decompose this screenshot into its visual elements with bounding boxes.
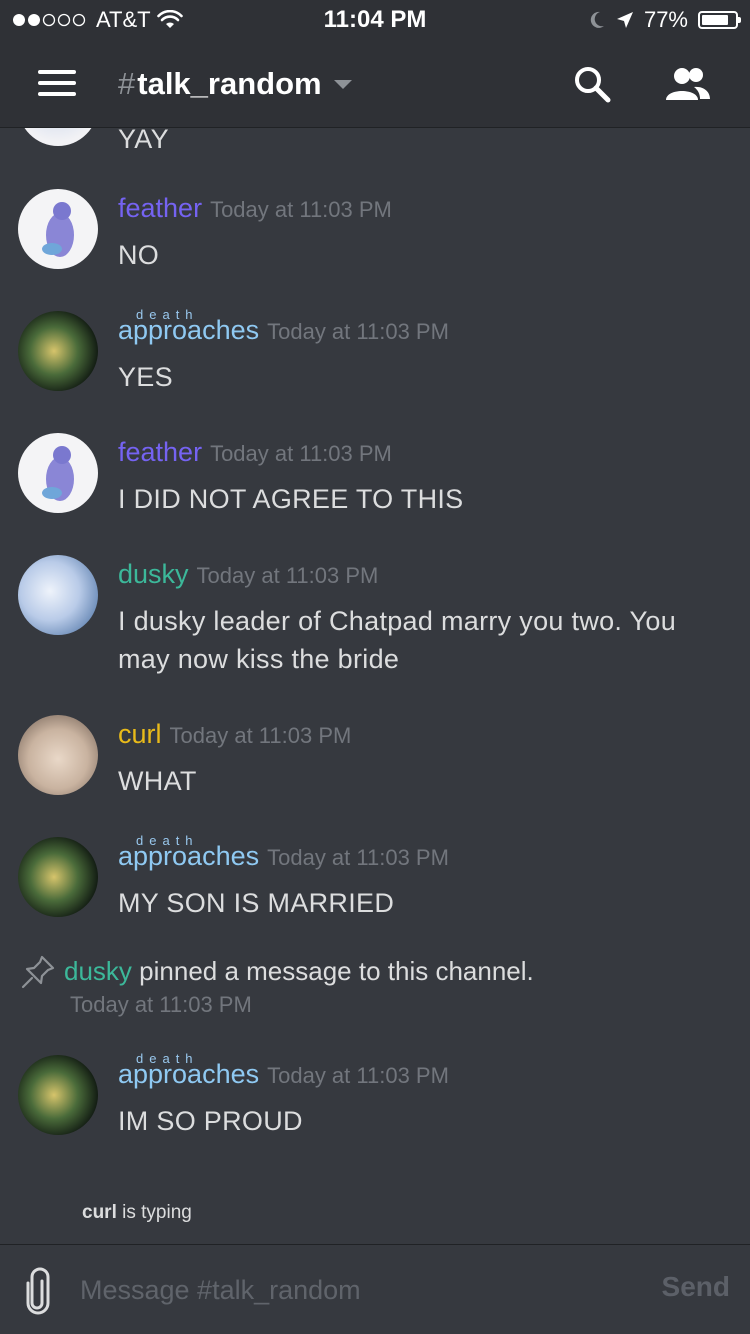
typing-indicator: curl is typing (82, 1202, 192, 1224)
battery-icon (698, 11, 741, 29)
avatar[interactable] (18, 837, 98, 917)
message-text: YES (118, 362, 173, 392)
message-text: NO (118, 240, 160, 270)
message-author[interactable]: approaches Today at 11:03 PM (118, 1059, 449, 1090)
avatar[interactable] (18, 189, 98, 269)
send-button[interactable]: Send (662, 1271, 730, 1303)
system-message-body: dusky pinned a message to this channel. (64, 956, 534, 987)
message-author[interactable]: dusky Today at 11:03 PM (118, 559, 378, 590)
message-timestamp: Today at 11:03 PM (210, 197, 392, 222)
message-text: IM SO PROUD (118, 1106, 303, 1136)
message-timestamp: Today at 11:03 PM (267, 1063, 449, 1088)
location-arrow-icon (616, 12, 633, 28)
pin-icon (21, 955, 55, 989)
system-timestamp: Today at 11:03 PM (70, 992, 252, 1017)
avatar[interactable] (18, 311, 98, 391)
message-author[interactable]: approaches Today at 11:03 PM (118, 841, 449, 872)
chevron-down-icon (333, 79, 352, 89)
message-author[interactable]: feather Today at 11:03 PM (118, 437, 392, 468)
status-bar: AT&T 11:04 PM 77% (0, 0, 750, 40)
message-timestamp: Today at 11:03 PM (267, 845, 449, 870)
message-timestamp: Today at 11:03 PM (196, 563, 379, 588)
message-author[interactable]: curl Today at 11:03 PM (118, 719, 351, 750)
search-icon[interactable] (572, 64, 612, 104)
author-name[interactable]: dusky (118, 559, 189, 589)
message-author[interactable]: approaches Today at 11:03 PM (118, 315, 449, 346)
author-name[interactable]: curl (118, 719, 162, 749)
system-text: pinned a message to this channel. (139, 956, 534, 986)
avatar[interactable] (18, 555, 98, 635)
message-text: YAY (118, 128, 169, 154)
message-author[interactable]: feather Today at 11:03 PM (118, 193, 392, 224)
author-name[interactable]: approaches (118, 841, 259, 871)
message-text: I DID NOT AGREE TO THIS (118, 484, 464, 514)
message-timestamp: Today at 11:03 PM (210, 441, 392, 466)
avatar[interactable] (18, 128, 98, 146)
system-author[interactable]: dusky (64, 956, 132, 986)
author-name[interactable]: approaches (118, 315, 259, 345)
typing-text: is typing (122, 1202, 192, 1223)
author-name[interactable]: approaches (118, 1059, 259, 1089)
message-list[interactable]: YAY feather Today at 11:03 PM NO death ap… (0, 128, 750, 1242)
typing-user: curl (82, 1202, 117, 1223)
menu-icon[interactable] (38, 70, 76, 98)
status-right: 77% (588, 7, 741, 33)
channel-name: talk_random (137, 66, 322, 101)
channel-title[interactable]: # talk_random (118, 66, 352, 102)
message-timestamp: Today at 11:03 PM (169, 723, 352, 748)
message-timestamp: Today at 11:03 PM (267, 319, 449, 344)
avatar[interactable] (18, 433, 98, 513)
channel-hash: # (118, 66, 136, 101)
avatar[interactable] (18, 1055, 98, 1135)
channel-header: # talk_random (0, 40, 750, 128)
members-icon[interactable] (664, 66, 712, 102)
battery-percent: 77% (643, 7, 688, 32)
message-input[interactable] (78, 1269, 642, 1311)
message-text: MY SON IS MARRIED (118, 888, 395, 918)
avatar[interactable] (18, 715, 98, 795)
author-name[interactable]: feather (118, 437, 202, 467)
message-composer: Send (0, 1244, 750, 1334)
moon-icon (590, 11, 604, 28)
message-text: WHAT (118, 766, 197, 796)
author-name[interactable]: feather (118, 193, 202, 223)
message-text: I dusky leader of Chatpad marry you two.… (118, 606, 677, 674)
attachment-icon[interactable] (22, 1267, 54, 1315)
